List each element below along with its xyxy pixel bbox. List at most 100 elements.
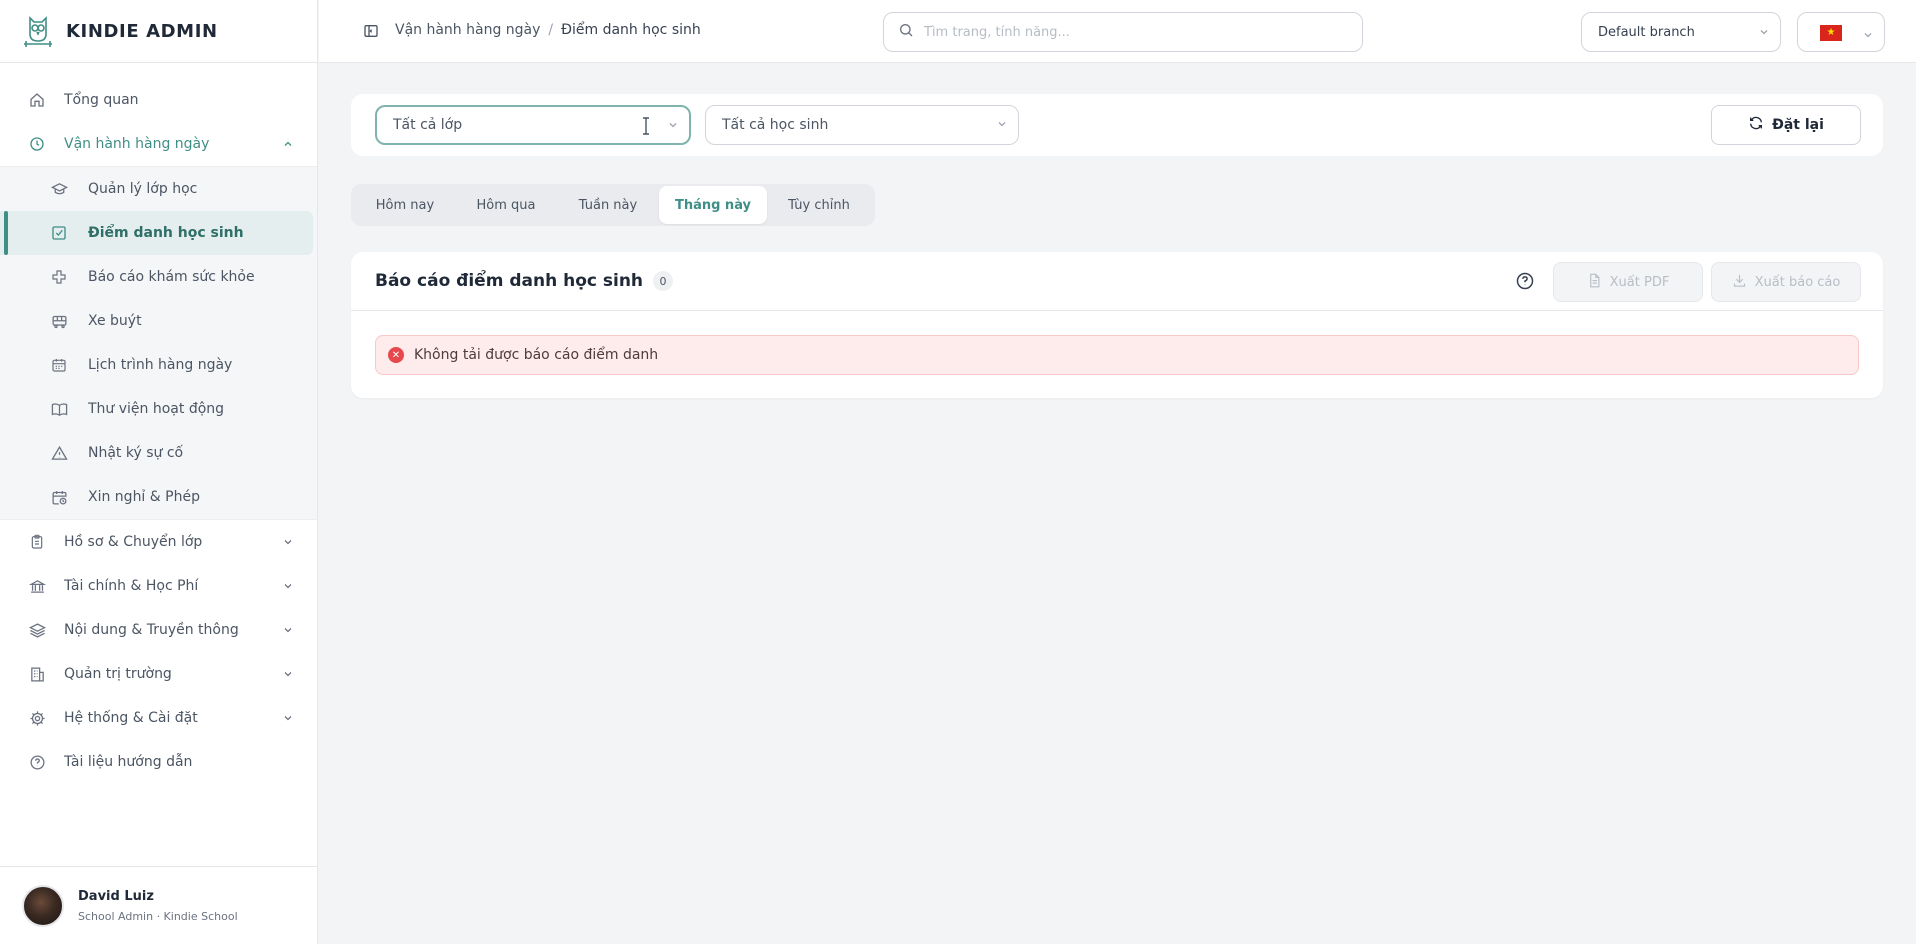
medical-cross-icon: [50, 268, 68, 286]
sidebar-item-system-settings[interactable]: Hệ thống & Cài đặt: [0, 696, 317, 740]
layers-icon: [28, 621, 46, 639]
sidebar-item-label: Điểm danh học sinh: [88, 225, 244, 241]
sidebar-item-user-guide[interactable]: Tài liệu hướng dẫn: [0, 740, 317, 784]
sidebar-item-label: Xin nghỉ & Phép: [88, 489, 200, 505]
brand[interactable]: KINDIE ADMIN: [0, 0, 317, 63]
chevron-down-icon: [281, 667, 295, 681]
export-pdf-label: Xuất PDF: [1609, 274, 1670, 290]
sidebar-item-daily-operations[interactable]: Vận hành hàng ngày: [0, 122, 317, 166]
sidebar-item-overview[interactable]: Tổng quan: [0, 78, 317, 122]
sidebar-item-profiles-transfers[interactable]: Hồ sơ & Chuyển lớp: [0, 520, 317, 564]
reset-button[interactable]: Đặt lại: [1711, 105, 1861, 145]
student-select-value: Tất cả học sinh: [722, 117, 829, 133]
error-x-icon: ✕: [388, 347, 404, 363]
calendar-icon: [50, 356, 68, 374]
chevron-down-icon: [281, 535, 295, 549]
breadcrumb-separator: /: [548, 22, 554, 38]
export-report-label: Xuất báo cáo: [1754, 274, 1841, 290]
sidebar-item-health-report[interactable]: Báo cáo khám sức khỏe: [0, 255, 313, 299]
calendar-clock-icon: [50, 488, 68, 506]
sidebar-item-bus[interactable]: Xe buýt: [0, 299, 313, 343]
sidebar-item-school-admin[interactable]: Quản trị trường: [0, 652, 317, 696]
file-icon: [1587, 273, 1602, 292]
bus-icon: [50, 312, 68, 330]
tab-today[interactable]: Hôm nay: [355, 186, 455, 224]
daily-operations-submenu: Quản lý lớp học Điểm danh học sinh Báo c…: [0, 166, 317, 520]
user-profile[interactable]: David Luiz School Admin · Kindie School: [0, 866, 317, 944]
tab-custom[interactable]: Tùy chỉnh: [767, 186, 871, 224]
error-message: Không tải được báo cáo điểm danh: [414, 347, 659, 363]
building-icon: [28, 665, 46, 683]
sidebar-item-label: Tài chính & Học Phí: [64, 578, 199, 594]
home-icon: [28, 91, 46, 109]
error-alert: ✕ Không tải được báo cáo điểm danh: [375, 335, 1859, 375]
sidebar-item-label: Hệ thống & Cài đặt: [64, 710, 198, 726]
sidebar-item-label: Tài liệu hướng dẫn: [64, 754, 193, 770]
warning-icon: [50, 444, 68, 462]
page-title: Báo cáo điểm danh học sinh: [375, 271, 644, 291]
sidebar-item-label: Vận hành hàng ngày: [64, 136, 210, 152]
attendance-report-card: Báo cáo điểm danh học sinh 0 Xuất PDF Xu…: [351, 252, 1883, 398]
sidebar-item-label: Báo cáo khám sức khỏe: [88, 269, 255, 285]
sidebar-item-activity-library[interactable]: Thư viện hoạt động: [0, 387, 313, 431]
date-range-tabs: Hôm nay Hôm qua Tuần này Tháng này Tùy c…: [351, 184, 875, 226]
sidebar-nav: Tổng quan Vận hành hàng ngày Quản lý lớp…: [0, 78, 317, 784]
language-select[interactable]: ★: [1797, 12, 1885, 52]
tab-yesterday[interactable]: Hôm qua: [455, 186, 557, 224]
search-icon: [898, 22, 914, 42]
sidebar-item-class-management[interactable]: Quản lý lớp học: [0, 167, 313, 211]
sidebar-item-label: Quản trị trường: [64, 666, 172, 682]
sidebar-item-incident-log[interactable]: Nhật ký sự cố: [0, 431, 313, 475]
sidebar-toggle-icon[interactable]: [362, 22, 380, 40]
chevron-down-icon: [996, 118, 1008, 134]
filter-bar: Tất cả lớp Tất cả học sinh Đặt lại: [351, 94, 1883, 156]
refresh-icon: [1748, 115, 1764, 135]
branch-select[interactable]: Default branch: [1581, 12, 1781, 52]
clock-icon: [28, 135, 46, 153]
user-meta: David Luiz School Admin · Kindie School: [78, 889, 238, 923]
sidebar-item-label: Tổng quan: [64, 92, 139, 108]
export-report-button[interactable]: Xuất báo cáo: [1711, 262, 1861, 302]
breadcrumb-item-daily-operations[interactable]: Vận hành hàng ngày: [395, 22, 540, 38]
owl-logo-icon: [20, 14, 56, 48]
tab-this-week[interactable]: Tuần này: [557, 186, 659, 224]
search-box[interactable]: [883, 12, 1363, 52]
count-badge: 0: [653, 271, 674, 291]
class-select-value: Tất cả lớp: [393, 117, 463, 133]
search-input[interactable]: [924, 24, 1324, 40]
reset-button-label: Đặt lại: [1772, 117, 1824, 133]
sidebar-item-label: Hồ sơ & Chuyển lớp: [64, 534, 203, 550]
sidebar-item-daily-schedule[interactable]: Lịch trình hàng ngày: [0, 343, 313, 387]
bank-icon: [28, 577, 46, 595]
sidebar-item-leave-requests[interactable]: Xin nghỉ & Phép: [0, 475, 313, 519]
branch-select-value: Default branch: [1598, 24, 1695, 40]
sidebar-item-label: Nhật ký sự cố: [88, 445, 184, 461]
tab-this-month[interactable]: Tháng này: [659, 186, 767, 224]
sidebar-item-label: Quản lý lớp học: [88, 181, 198, 197]
sidebar-item-label: Xe buýt: [88, 313, 142, 329]
graduation-cap-icon: [50, 180, 68, 198]
class-select[interactable]: Tất cả lớp: [375, 105, 691, 145]
sidebar-item-label: Nội dung & Truyền thông: [64, 622, 239, 638]
chevron-down-icon: [281, 623, 295, 637]
sidebar-item-finance-tuition[interactable]: Tài chính & Học Phí: [0, 564, 317, 608]
help-circle-icon[interactable]: [1514, 270, 1536, 292]
sidebar-item-label: Thư viện hoạt động: [88, 401, 225, 417]
sidebar-item-student-attendance[interactable]: Điểm danh học sinh: [0, 211, 313, 255]
vietnam-flag-icon: ★: [1820, 25, 1842, 41]
chevron-down-icon: [1758, 26, 1770, 42]
sidebar: KINDIE ADMIN Tổng quan Vận hành hàng ngà…: [0, 0, 318, 944]
download-icon: [1732, 273, 1747, 292]
user-name: David Luiz: [78, 888, 154, 904]
book-icon: [50, 400, 68, 418]
sidebar-item-content-media[interactable]: Nội dung & Truyền thông: [0, 608, 317, 652]
breadcrumb: Vận hành hàng ngày / Điểm danh học sinh: [395, 22, 701, 38]
text-cursor-icon: [641, 117, 651, 139]
card-header: Báo cáo điểm danh học sinh 0 Xuất PDF Xu…: [351, 252, 1883, 311]
check-square-icon: [50, 224, 68, 242]
chevron-down-icon: [1862, 26, 1874, 45]
export-pdf-button[interactable]: Xuất PDF: [1553, 262, 1703, 302]
student-select[interactable]: Tất cả học sinh: [705, 105, 1019, 145]
avatar: [22, 884, 64, 927]
sidebar-item-label: Lịch trình hàng ngày: [88, 357, 233, 373]
